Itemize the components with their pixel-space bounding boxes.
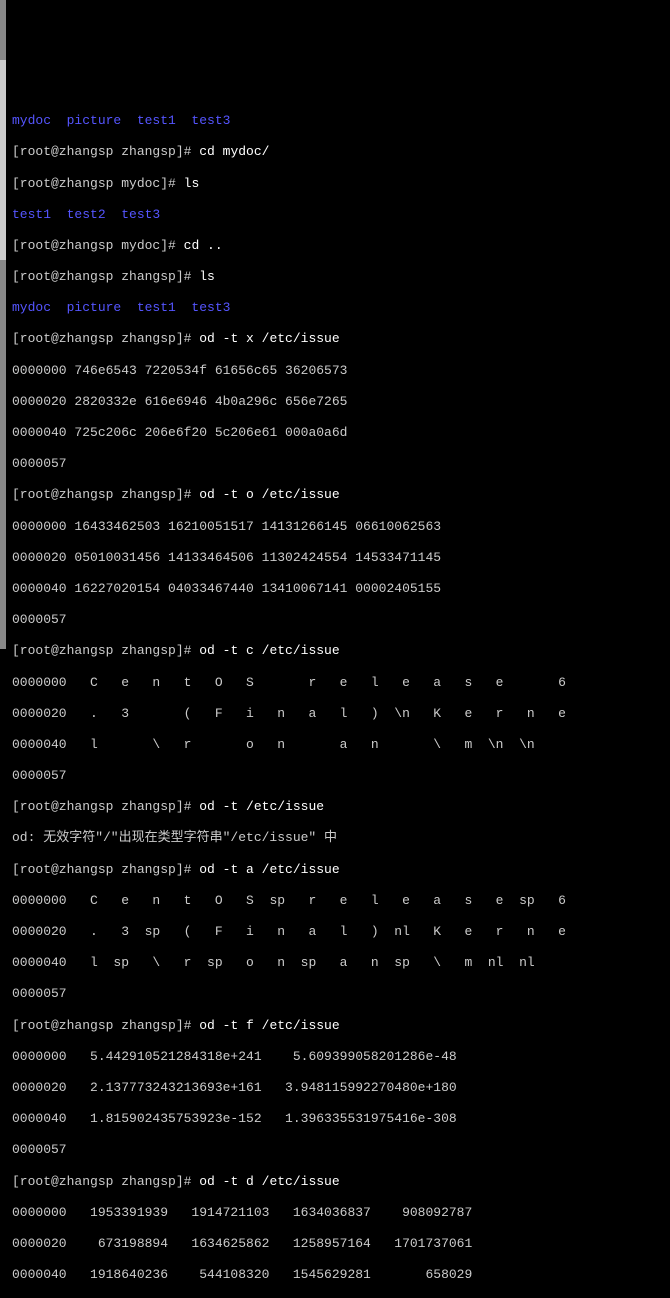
command: od -t x /etc/issue: [199, 331, 339, 346]
output-line: 0000020 673198894 1634625862 1258957164 …: [12, 1236, 664, 1252]
output-line: 0000000 1953391939 1914721103 1634036837…: [12, 1205, 664, 1221]
prompt: [root@zhangsp zhangsp]#: [12, 331, 199, 346]
scrollbar[interactable]: [0, 0, 6, 649]
command: od -t f /etc/issue: [199, 1018, 339, 1033]
error-line: od: 无效字符"/"出现在类型字符串"/etc/issue" 中: [12, 830, 664, 846]
output-line: 0000000 C e n t O S sp r e l e a s e sp …: [12, 893, 664, 909]
prompt: [root@zhangsp zhangsp]#: [12, 862, 199, 877]
dir-listing: test1 test2 test3: [12, 207, 664, 223]
prompt: [root@zhangsp mydoc]#: [12, 238, 184, 253]
command: ls: [184, 176, 200, 191]
output-line: 0000000 746e6543 7220534f 61656c65 36206…: [12, 363, 664, 379]
output-line: 0000040 l sp \ r sp o n sp a n sp \ m nl…: [12, 955, 664, 971]
output-line: 0000057: [12, 768, 664, 784]
prompt-line[interactable]: [root@zhangsp zhangsp]# od -t x /etc/iss…: [12, 331, 664, 347]
dir-listing: mydoc picture test1 test3: [12, 113, 664, 129]
output-line: 0000057: [12, 986, 664, 1002]
output-line: 0000020 2.137773243213693e+161 3.9481159…: [12, 1080, 664, 1096]
prompt-line[interactable]: [root@zhangsp mydoc]# cd ..: [12, 238, 664, 254]
command: od -t o /etc/issue: [199, 487, 339, 502]
output-line: 0000000 5.442910521284318e+241 5.6093990…: [12, 1049, 664, 1065]
prompt-line[interactable]: [root@zhangsp zhangsp]# od -t a /etc/iss…: [12, 862, 664, 878]
prompt: [root@zhangsp zhangsp]#: [12, 799, 199, 814]
prompt-line[interactable]: [root@zhangsp zhangsp]# ls: [12, 269, 664, 285]
output-line: 0000040 725c206c 206e6f20 5c206e61 000a0…: [12, 425, 664, 441]
prompt: [root@zhangsp zhangsp]#: [12, 144, 199, 159]
prompt: [root@zhangsp mydoc]#: [12, 176, 184, 191]
output-line: 0000040 1.815902435753923e-152 1.3963355…: [12, 1111, 664, 1127]
prompt: [root@zhangsp zhangsp]#: [12, 1018, 199, 1033]
prompt-line[interactable]: [root@zhangsp zhangsp]# od -t d /etc/iss…: [12, 1174, 664, 1190]
dir-listing: mydoc picture test1 test3: [12, 300, 664, 316]
command: cd ..: [184, 238, 223, 253]
output-line: 0000000 C e n t O S r e l e a s e 6: [12, 675, 664, 691]
output-line: 0000040 1918640236 544108320 1545629281 …: [12, 1267, 664, 1283]
command: od -t /etc/issue: [199, 799, 324, 814]
output-line: 0000040 16227020154 04033467440 13410067…: [12, 581, 664, 597]
output-line: 0000057: [12, 612, 664, 628]
prompt-line[interactable]: [root@zhangsp mydoc]# ls: [12, 176, 664, 192]
output-line: 0000020 . 3 sp ( F i n a l ) nl K e r n …: [12, 924, 664, 940]
prompt-line[interactable]: [root@zhangsp zhangsp]# od -t /etc/issue: [12, 799, 664, 815]
prompt-line[interactable]: [root@zhangsp zhangsp]# od -t o /etc/iss…: [12, 487, 664, 503]
command: od -t a /etc/issue: [199, 862, 339, 877]
output-line: 0000020 . 3 ( F i n a l ) \n K e r n e: [12, 706, 664, 722]
output-line: 0000020 05010031456 14133464506 11302424…: [12, 550, 664, 566]
output-line: 0000020 2820332e 616e6946 4b0a296c 656e7…: [12, 394, 664, 410]
command: cd mydoc/: [199, 144, 269, 159]
prompt-line[interactable]: [root@zhangsp zhangsp]# cd mydoc/: [12, 144, 664, 160]
terminal-output: mydoc picture test1 test3 [root@zhangsp …: [12, 98, 664, 1298]
command: od -t d /etc/issue: [199, 1174, 339, 1189]
prompt-line[interactable]: [root@zhangsp zhangsp]# od -t f /etc/iss…: [12, 1018, 664, 1034]
output-line: 0000000 16433462503 16210051517 14131266…: [12, 519, 664, 535]
scrollbar-thumb[interactable]: [0, 60, 6, 260]
prompt: [root@zhangsp zhangsp]#: [12, 643, 199, 658]
prompt: [root@zhangsp zhangsp]#: [12, 269, 199, 284]
prompt-line[interactable]: [root@zhangsp zhangsp]# od -t c /etc/iss…: [12, 643, 664, 659]
command: ls: [199, 269, 215, 284]
output-line: 0000057: [12, 1142, 664, 1158]
command: od -t c /etc/issue: [199, 643, 339, 658]
output-line: 0000057: [12, 456, 664, 472]
prompt: [root@zhangsp zhangsp]#: [12, 487, 199, 502]
prompt: [root@zhangsp zhangsp]#: [12, 1174, 199, 1189]
output-line: 0000040 l \ r o n a n \ m \n \n: [12, 737, 664, 753]
